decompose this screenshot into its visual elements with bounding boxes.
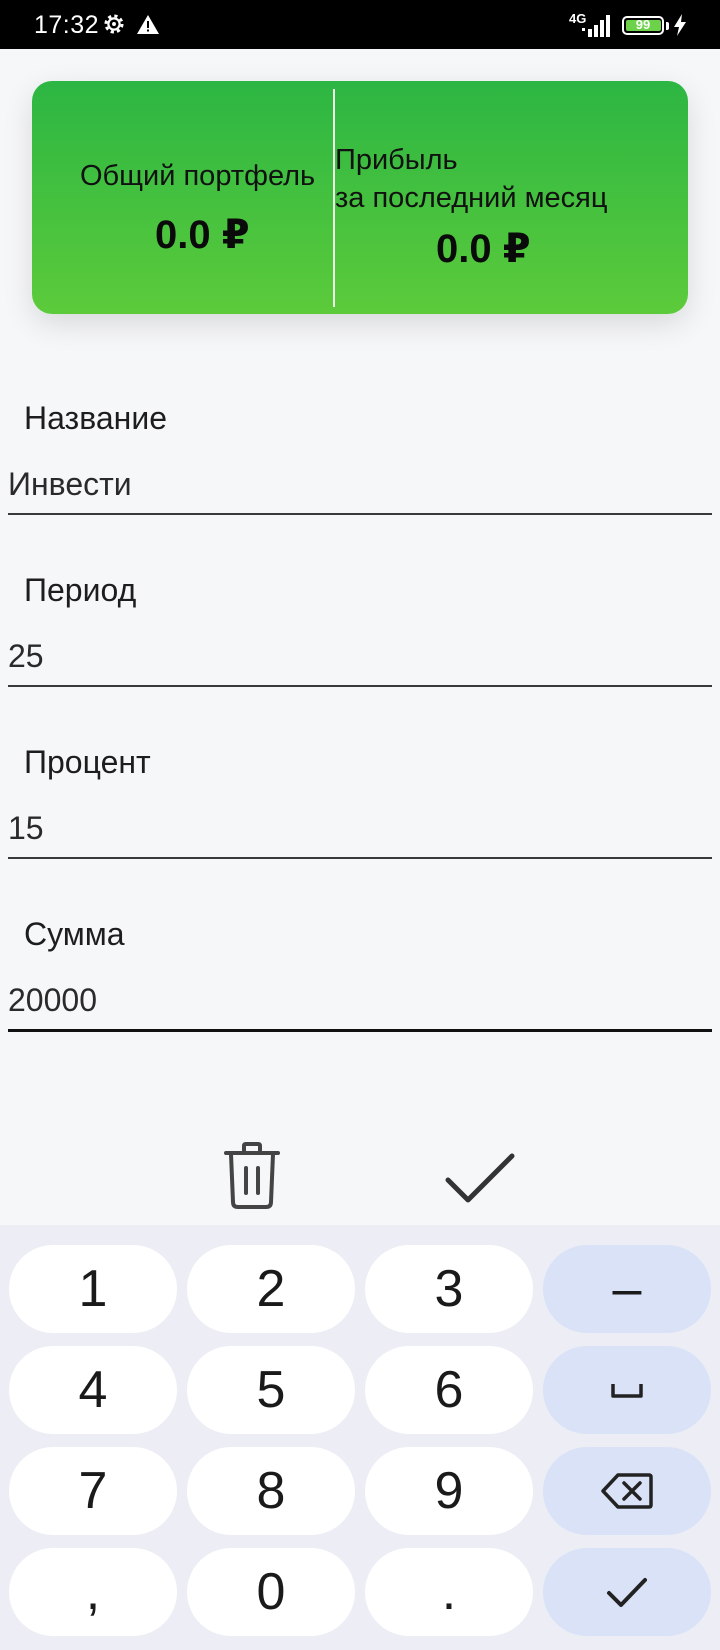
key-2[interactable]: 2	[187, 1245, 355, 1333]
period-underline	[8, 685, 712, 687]
key-dot[interactable]: .	[365, 1548, 533, 1636]
key-6[interactable]: 6	[365, 1346, 533, 1434]
amount-field[interactable]: Сумма 20000	[8, 916, 712, 1066]
profit-value: 0.0 ₽	[436, 227, 531, 271]
key-backspace[interactable]	[543, 1447, 711, 1535]
check-icon[interactable]	[444, 1150, 516, 1206]
percent-field[interactable]: Процент 15	[8, 744, 712, 894]
key-9[interactable]: 9	[365, 1447, 533, 1535]
name-input[interactable]: Инвести	[8, 466, 132, 503]
portfolio-value: 0.0 ₽	[155, 213, 250, 257]
key-0[interactable]: 0	[187, 1548, 355, 1636]
numeric-keyboard: 1 2 3 – 4 5 6 7 8 9 , 0 .	[0, 1225, 720, 1650]
warning-icon	[137, 15, 159, 34]
space-icon	[611, 1384, 643, 1398]
gear-icon	[104, 14, 124, 34]
key-comma[interactable]: ,	[9, 1548, 177, 1636]
portfolio-label: Общий портфель	[80, 160, 316, 192]
key-7[interactable]: 7	[9, 1447, 177, 1535]
charging-icon	[674, 14, 686, 36]
percent-input[interactable]: 15	[8, 810, 44, 847]
key-minus[interactable]: –	[543, 1245, 711, 1333]
period-field[interactable]: Период 25	[8, 572, 712, 722]
trash-icon[interactable]	[222, 1142, 282, 1210]
key-5[interactable]: 5	[187, 1346, 355, 1434]
battery-level: 99	[635, 17, 651, 32]
backspace-icon	[601, 1473, 653, 1509]
key-enter[interactable]	[543, 1548, 711, 1636]
name-field[interactable]: Название Инвести	[8, 400, 712, 550]
portfolio-summary-card: Общий портфель 0.0 ₽ Прибыль за последни…	[32, 81, 688, 314]
battery-icon: 99	[622, 16, 664, 35]
key-3[interactable]: 3	[365, 1245, 533, 1333]
key-8[interactable]: 8	[187, 1447, 355, 1535]
period-label: Период	[24, 572, 137, 608]
percent-underline	[8, 857, 712, 859]
signal-icon	[582, 15, 610, 37]
enter-check-icon	[607, 1578, 647, 1607]
period-input[interactable]: 25	[8, 638, 44, 675]
profit-label-line2: за последний месяц	[335, 182, 608, 214]
percent-label: Процент	[24, 744, 151, 780]
name-underline	[8, 513, 712, 515]
key-space[interactable]	[543, 1346, 711, 1434]
status-time: 17:32	[34, 11, 100, 39]
key-4[interactable]: 4	[9, 1346, 177, 1434]
status-bar: 17:32 4G 99	[0, 0, 720, 49]
amount-label: Сумма	[24, 916, 125, 952]
portfolio-total: Общий портфель 0.0 ₽	[32, 81, 333, 314]
profit-label-line1: Прибыль	[335, 144, 458, 176]
amount-underline	[8, 1029, 712, 1032]
name-label: Название	[24, 400, 167, 436]
amount-input[interactable]: 20000	[8, 982, 97, 1019]
key-1[interactable]: 1	[9, 1245, 177, 1333]
monthly-profit: Прибыль за последний месяц 0.0 ₽	[335, 81, 688, 314]
